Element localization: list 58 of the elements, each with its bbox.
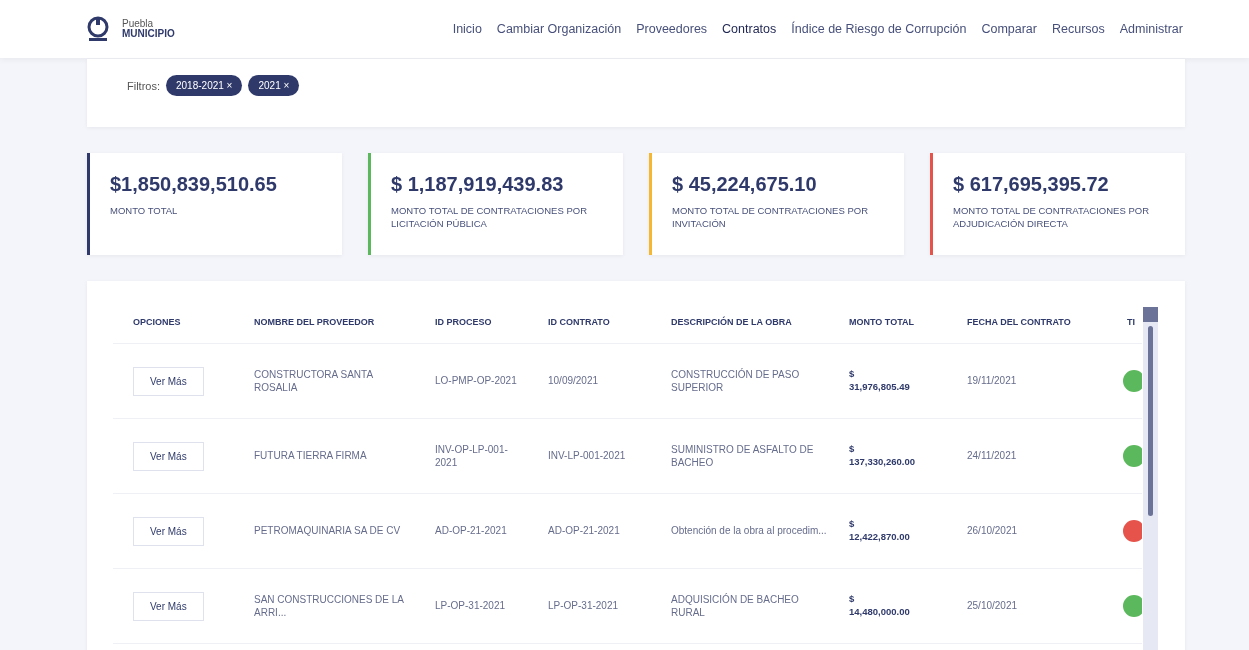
table-cell-text: $ 12,422,870.00 xyxy=(849,518,911,544)
column-header: NOMBRE DEL PROVEEDOR xyxy=(254,317,375,327)
table-cell-text: 25/10/2021 xyxy=(967,599,1019,613)
table-cell-text: 24/11/2021 xyxy=(967,449,1018,463)
table-cell-text: CONSTRUCCIÓN DE PASO SUPERIOR xyxy=(671,367,801,395)
table-cell-text: $ 14,480,000.00 xyxy=(849,593,911,619)
table-cell-text: $ 31,976,805.49 xyxy=(849,368,911,394)
stat-amount: $1,850,839,510.65 xyxy=(110,173,278,196)
column-header: ID CONTRATO xyxy=(548,317,610,327)
table-cell-text: CONSTRUCTORA SANTA ROSALIA xyxy=(254,367,374,395)
table-cell-text: 26/10/2021 xyxy=(967,524,1019,538)
table-cell-text: LP-OP-31-2021 xyxy=(548,599,620,613)
table-cell-text: $ 137,330,260.00 xyxy=(849,443,917,469)
stat-caption: MONTO TOTAL xyxy=(110,204,179,218)
table-cell-text: LP-OP-31-2021 xyxy=(435,599,507,613)
nav-link[interactable]: Contratos xyxy=(722,22,777,36)
nav-link[interactable]: Recursos xyxy=(1052,22,1105,36)
column-header: DESCRIPCIÓN DE LA OBRA xyxy=(671,317,792,327)
nav-link[interactable]: Comparar xyxy=(981,22,1037,36)
filter-chip[interactable]: 2018-2021 × xyxy=(166,75,243,96)
table-cell-text: PETROMAQUINARIA SA DE CV xyxy=(254,524,402,538)
table-cell-text: Obtención de la obra al procedim... xyxy=(671,524,828,538)
column-header: OPCIONES xyxy=(133,317,181,327)
table-cell-text: AD-OP-21-2021 xyxy=(548,524,621,538)
table-cell-text: SAN CONSTRUCCIONES DE LA ARRI... xyxy=(254,592,405,620)
column-header: MONTO TOTAL xyxy=(849,317,914,327)
column-header: TI xyxy=(1127,317,1135,327)
logo-text: Puebla xyxy=(122,18,155,29)
table-cell-text: SUMINISTRO DE ASFALTO DE BACHEO xyxy=(671,442,815,470)
stat-amount: $ 1,187,919,439.83 xyxy=(391,173,565,196)
filter-chip[interactable]: 2021 × xyxy=(248,75,300,96)
column-header: ID PROCESO xyxy=(435,317,492,327)
nav-link[interactable]: Inicio xyxy=(452,22,482,36)
table-cell-text: FUTURA TIERRA FIRMA xyxy=(254,449,368,463)
table-cell-text: 19/11/2021 xyxy=(967,374,1018,388)
table-cell-text: INV-LP-001-2021 xyxy=(548,449,627,463)
filter-label: Filtros: xyxy=(127,80,160,92)
details-button[interactable]: Ver Más xyxy=(133,516,204,546)
table-cell-text: 10/09/2021 xyxy=(548,374,600,388)
details-button[interactable]: Ver Más xyxy=(133,441,204,471)
logo-text: MUNICIPIO xyxy=(122,29,175,40)
nav-link[interactable]: Proveedores xyxy=(636,22,708,36)
stat-amount: $ 617,695,395.72 xyxy=(953,173,1110,196)
column-header: FECHA DEL CONTRATO xyxy=(967,317,1071,327)
table-cell-text: ADQUISICIÓN DE BACHEO RURAL xyxy=(671,592,800,620)
nav-link[interactable]: Cambiar Organización xyxy=(496,22,622,36)
nav-link[interactable]: Índice de Riesgo de Corrupción xyxy=(791,22,967,36)
table-cell-text: LO-PMP-OP-2021 xyxy=(435,374,518,388)
stat-caption: MONTO TOTAL DE CONTRATACIONES POR LICITACIÓN PÚBLICA xyxy=(391,204,588,231)
details-button[interactable]: Ver Más xyxy=(133,591,204,621)
table-cell-text: INV-OP-LP-001-2021 xyxy=(435,442,509,470)
table-cell-text: AD-OP-21-2021 xyxy=(435,524,508,538)
stat-caption: MONTO TOTAL DE CONTRATACIONES POR INVITACIÓN xyxy=(672,204,869,231)
details-button[interactable]: Ver Más xyxy=(133,366,204,396)
stat-caption: MONTO TOTAL DE CONTRATACIONES POR ADJUDICACIÓN DIRECTA xyxy=(953,204,1150,231)
scrollbar[interactable] xyxy=(1143,307,1158,650)
nav-link[interactable]: Administrar xyxy=(1119,22,1183,36)
stat-amount: $ 45,224,675.10 xyxy=(672,173,818,196)
